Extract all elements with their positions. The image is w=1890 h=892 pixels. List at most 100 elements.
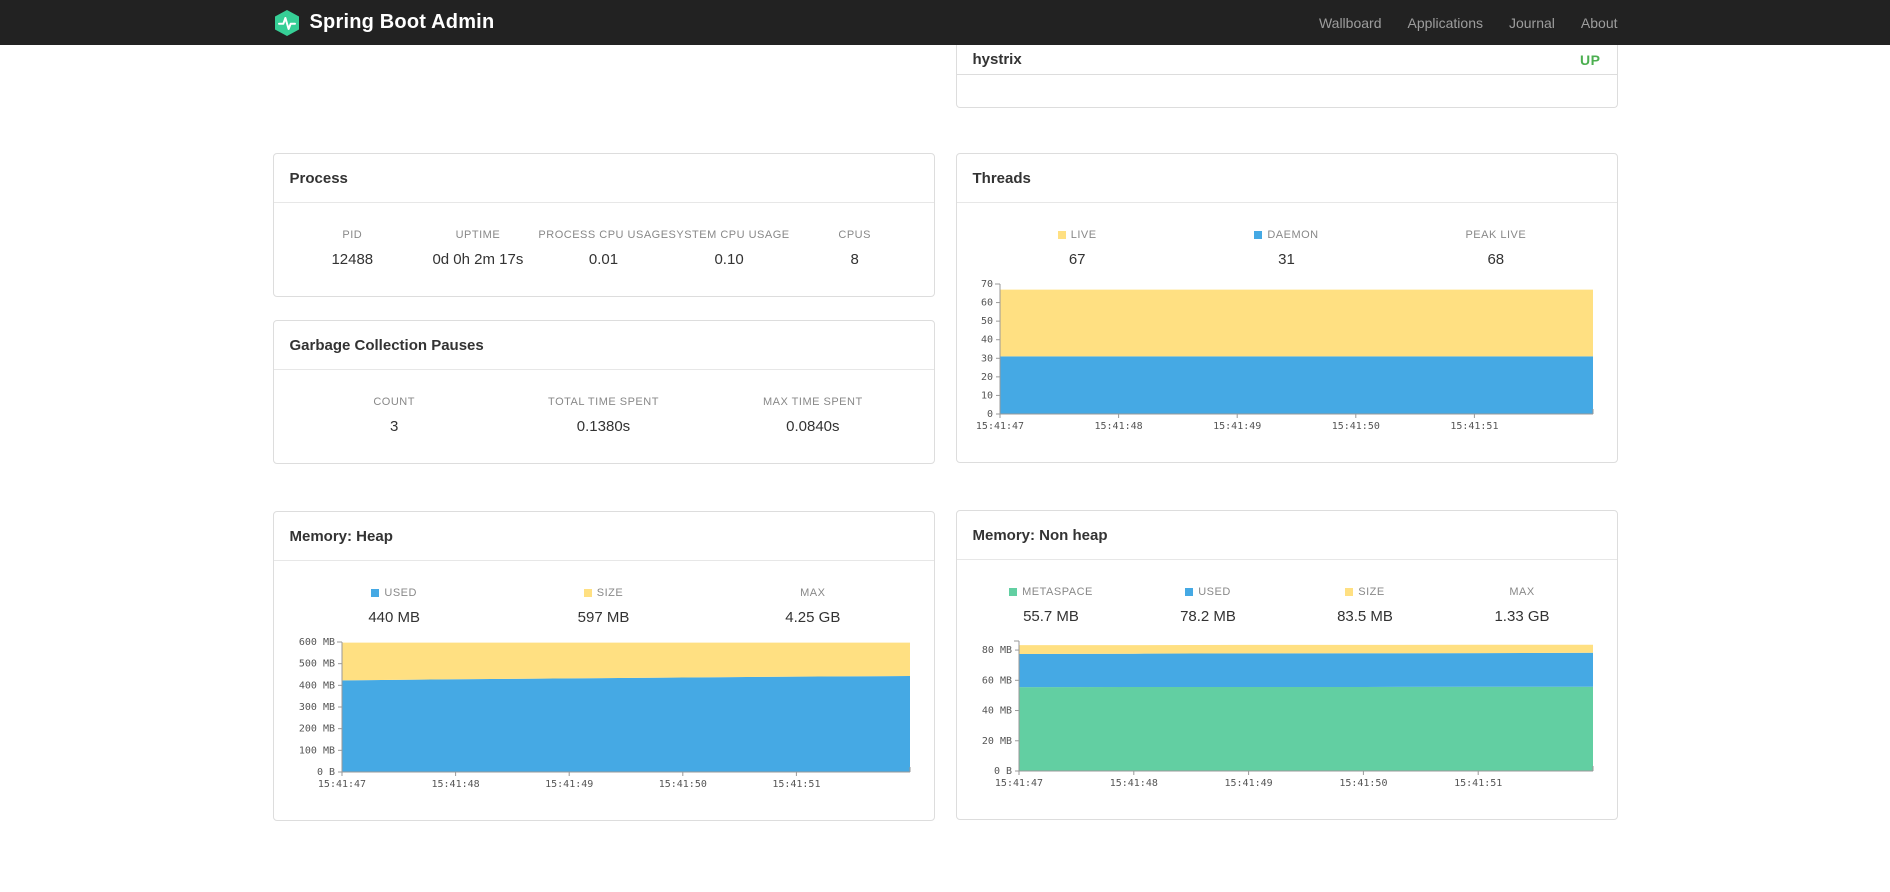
- brand-title: Spring Boot Admin: [309, 11, 495, 33]
- nav-item-journal[interactable]: Journal: [1496, 15, 1568, 31]
- svg-text:30: 30: [980, 353, 992, 364]
- svg-text:80 MB: 80 MB: [981, 645, 1011, 656]
- navbar-inner: Spring Boot Admin Wallboard Applications…: [273, 0, 1618, 45]
- legend-text: LIVE: [1070, 229, 1097, 241]
- legend-value: 4.25 GB: [785, 609, 841, 626]
- legend-label: SIZE: [1287, 586, 1444, 598]
- legend-text: DAEMON: [1267, 229, 1319, 241]
- live-swatch-icon: [1057, 231, 1066, 239]
- svg-text:15:41:51: 15:41:51: [1454, 778, 1502, 789]
- size-swatch-icon: [583, 589, 592, 597]
- right-column: hystrix UP Threads LIVE 67 DAEMON 31 PEA…: [955, 45, 1618, 821]
- svg-text:100 MB: 100 MB: [298, 745, 334, 756]
- legend-label: DAEMON: [1182, 229, 1391, 241]
- brand-link[interactable]: Spring Boot Admin: [273, 9, 495, 37]
- legend-text: SIZE: [1358, 586, 1385, 598]
- metric-value: 0.01: [588, 251, 619, 268]
- metric-system-cpu-usage: SYSTEM CPU USAGE 0.10: [666, 229, 792, 268]
- metric-value: 8: [850, 251, 859, 268]
- metric-label: UPTIME: [455, 229, 501, 241]
- svg-text:0 B: 0 B: [316, 767, 334, 778]
- svg-text:15:41:47: 15:41:47: [317, 779, 365, 790]
- metric-value: 0.1380s: [576, 418, 631, 435]
- legend-value: 31: [1278, 251, 1295, 268]
- legend-text: METASPACE: [1022, 586, 1093, 598]
- metric-value: 0d 0h 2m 17s: [432, 251, 524, 268]
- process-metrics-row: PID 12488 UPTIME 0d 0h 2m 17s PROCESS CP…: [274, 203, 934, 268]
- legend-value: 597 MB: [577, 609, 630, 626]
- svg-text:15:41:47: 15:41:47: [994, 778, 1042, 789]
- metric-label: COUNT: [373, 396, 415, 408]
- gc-pauses-panel: Garbage Collection Pauses COUNT 3 TOTAL …: [272, 320, 935, 464]
- svg-text:0: 0: [986, 409, 992, 420]
- legend-nonheap-used: USED 78.2 MB: [1130, 586, 1287, 625]
- legend-threads-live: LIVE 67: [973, 229, 1182, 268]
- memory-heap-panel: Memory: Heap USED 440 MB SIZE 597 MB MAX…: [272, 511, 935, 821]
- left-column-spacer: [273, 45, 935, 153]
- metaspace-swatch-icon: [1009, 588, 1018, 596]
- legend-value: 1.33 GB: [1494, 608, 1550, 625]
- svg-text:15:41:51: 15:41:51: [772, 779, 820, 790]
- memory-nonheap-legend: METASPACE 55.7 MB USED 78.2 MB SIZE 83.5…: [957, 560, 1617, 625]
- svg-text:15:41:47: 15:41:47: [975, 421, 1023, 432]
- application-name-link[interactable]: hystrix: [973, 51, 1022, 68]
- metric-value: 0.0840s: [786, 418, 840, 435]
- size-swatch-icon: [1345, 588, 1354, 596]
- legend-label: SIZE: [499, 587, 708, 599]
- svg-text:20: 20: [980, 372, 992, 383]
- metric-label: TOTAL TIME SPENT: [548, 396, 659, 408]
- legend-heap-used: USED 440 MB: [290, 587, 499, 626]
- svg-text:15:41:50: 15:41:50: [1331, 421, 1379, 432]
- legend-value: 440 MB: [368, 609, 421, 626]
- svg-text:50: 50: [980, 316, 992, 327]
- svg-text:60: 60: [980, 298, 992, 309]
- legend-value: 55.7 MB: [1023, 608, 1079, 625]
- applications-panel: hystrix UP: [955, 45, 1618, 108]
- legend-label: USED: [1130, 586, 1287, 598]
- daemon-swatch-icon: [1254, 231, 1263, 239]
- metric-cpus: CPUS 8: [792, 229, 918, 268]
- memory-heap-chart: 0 B 100 MB 200 MB 300 MB 400 MB 500 MB 600 MB 1…: [298, 637, 910, 790]
- svg-text:200 MB: 200 MB: [298, 724, 334, 735]
- nav-item-about[interactable]: About: [1568, 15, 1618, 31]
- navbar-links: Wallboard Applications Journal About: [1306, 15, 1618, 31]
- svg-text:600 MB: 600 MB: [298, 637, 334, 648]
- metric-uptime: UPTIME 0d 0h 2m 17s: [415, 229, 541, 268]
- used-swatch-icon: [1185, 588, 1194, 596]
- svg-text:15:41:50: 15:41:50: [1339, 778, 1387, 789]
- svg-text:500 MB: 500 MB: [298, 659, 334, 670]
- memory-nonheap-panel-title: Memory: Non heap: [956, 511, 1617, 560]
- threads-chart: 0 10 20 30 40 50 60 70 15:41:47 15:41:48 15:41:49 1…: [975, 279, 1593, 432]
- legend-heap-size: SIZE 597 MB: [499, 587, 708, 626]
- nav-item-wallboard[interactable]: Wallboard: [1306, 15, 1395, 31]
- svg-text:15:41:49: 15:41:49: [545, 779, 593, 790]
- svg-text:15:41:48: 15:41:48: [1109, 778, 1157, 789]
- memory-heap-legend: USED 440 MB SIZE 597 MB MAX 4.25 GB: [274, 561, 934, 626]
- legend-nonheap-size: SIZE 83.5 MB: [1287, 586, 1444, 625]
- nav-item-applications[interactable]: Applications: [1394, 15, 1496, 31]
- legend-value: 68: [1487, 251, 1505, 268]
- metric-gc-count: COUNT 3: [290, 396, 499, 435]
- memory-nonheap-panel: Memory: Non heap METASPACE 55.7 MB USED …: [955, 510, 1618, 820]
- metric-label: CPUS: [838, 229, 871, 241]
- svg-text:400 MB: 400 MB: [298, 680, 334, 691]
- metric-label: MAX TIME SPENT: [762, 396, 863, 408]
- metric-pid: PID 12488: [290, 229, 416, 268]
- legend-label: METASPACE: [973, 586, 1130, 598]
- process-panel: Process PID 12488 UPTIME 0d 0h 2m 17s PR…: [272, 153, 935, 297]
- svg-text:300 MB: 300 MB: [298, 702, 334, 713]
- svg-text:10: 10: [980, 390, 992, 401]
- memory-nonheap-chart: 0 B 20 MB 40 MB 60 MB 80 MB 15:41:47 15:41:48 1…: [981, 640, 1593, 789]
- legend-label: LIVE: [973, 229, 1182, 241]
- svg-text:60 MB: 60 MB: [981, 675, 1011, 686]
- legend-nonheap-metaspace: METASPACE 55.7 MB: [973, 586, 1130, 625]
- legend-value: 67: [1068, 251, 1086, 268]
- metric-label: PID: [342, 229, 363, 241]
- svg-text:15:41:49: 15:41:49: [1224, 778, 1272, 789]
- legend-text: PEAK LIVE: [1465, 229, 1527, 241]
- application-row[interactable]: hystrix UP: [956, 45, 1617, 75]
- svg-text:20 MB: 20 MB: [981, 736, 1011, 747]
- spring-boot-admin-logo-icon: [274, 9, 299, 36]
- svg-text:15:41:48: 15:41:48: [1094, 421, 1142, 432]
- metric-label: SYSTEM CPU USAGE: [668, 229, 790, 241]
